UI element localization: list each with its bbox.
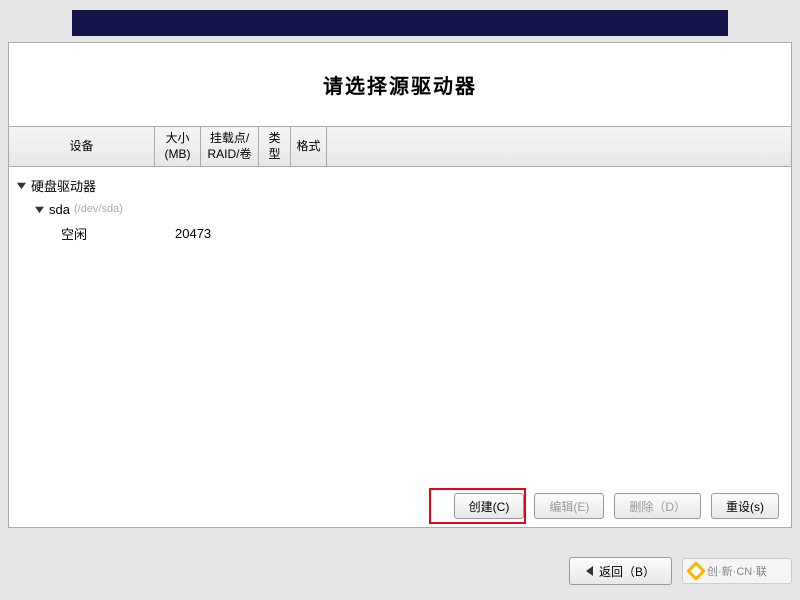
bottom-nav: 返回（B） 创·新·CN·联 [8, 554, 792, 588]
chevron-down-icon[interactable] [33, 205, 45, 214]
free-label: 空闲 [61, 224, 171, 243]
device-tree: 硬盘驱动器 sda (/dev/sda) 空闲 20473 [9, 167, 791, 251]
tree-row-free[interactable]: 空闲 20473 [9, 221, 791, 245]
disk-label: sda [49, 202, 70, 217]
watermark-text: 创·新·CN·联 [707, 563, 767, 579]
delete-button: 删除（D） [614, 493, 701, 519]
title-area: 请选择源驱动器 [9, 43, 791, 127]
col-size[interactable]: 大小 (MB) [155, 127, 201, 166]
table-header: 设备 大小 (MB) 挂载点/ RAID/卷 类型 格式 [9, 127, 791, 167]
disk-path: (/dev/sda) [74, 203, 123, 215]
create-button[interactable]: 创建(C) [454, 493, 525, 519]
reset-button[interactable]: 重设(s) [711, 493, 779, 519]
free-size: 20473 [175, 226, 245, 241]
tree-row-root[interactable]: 硬盘驱动器 [9, 173, 791, 197]
col-device[interactable]: 设备 [9, 127, 155, 166]
col-mount[interactable]: 挂载点/ RAID/卷 [201, 127, 259, 166]
action-row: 创建(C) 编辑(E) 删除（D） 重设(s) [454, 493, 779, 519]
tree-row-disk[interactable]: sda (/dev/sda) [9, 197, 791, 221]
edit-button: 编辑(E) [534, 493, 604, 519]
root-label: 硬盘驱动器 [31, 176, 96, 195]
top-banner [72, 10, 728, 36]
back-button[interactable]: 返回（B） [569, 557, 672, 585]
chevron-down-icon[interactable] [15, 181, 27, 190]
main-panel: 请选择源驱动器 设备 大小 (MB) 挂载点/ RAID/卷 类型 格式 硬盘驱… [8, 42, 792, 528]
page-title: 请选择源驱动器 [323, 70, 477, 99]
col-type[interactable]: 类型 [259, 127, 291, 166]
diamond-icon [686, 561, 706, 581]
arrow-left-icon [586, 566, 593, 576]
watermark-badge: 创·新·CN·联 [682, 558, 792, 584]
col-format[interactable]: 格式 [291, 127, 327, 166]
back-label: 返回（B） [599, 563, 655, 580]
